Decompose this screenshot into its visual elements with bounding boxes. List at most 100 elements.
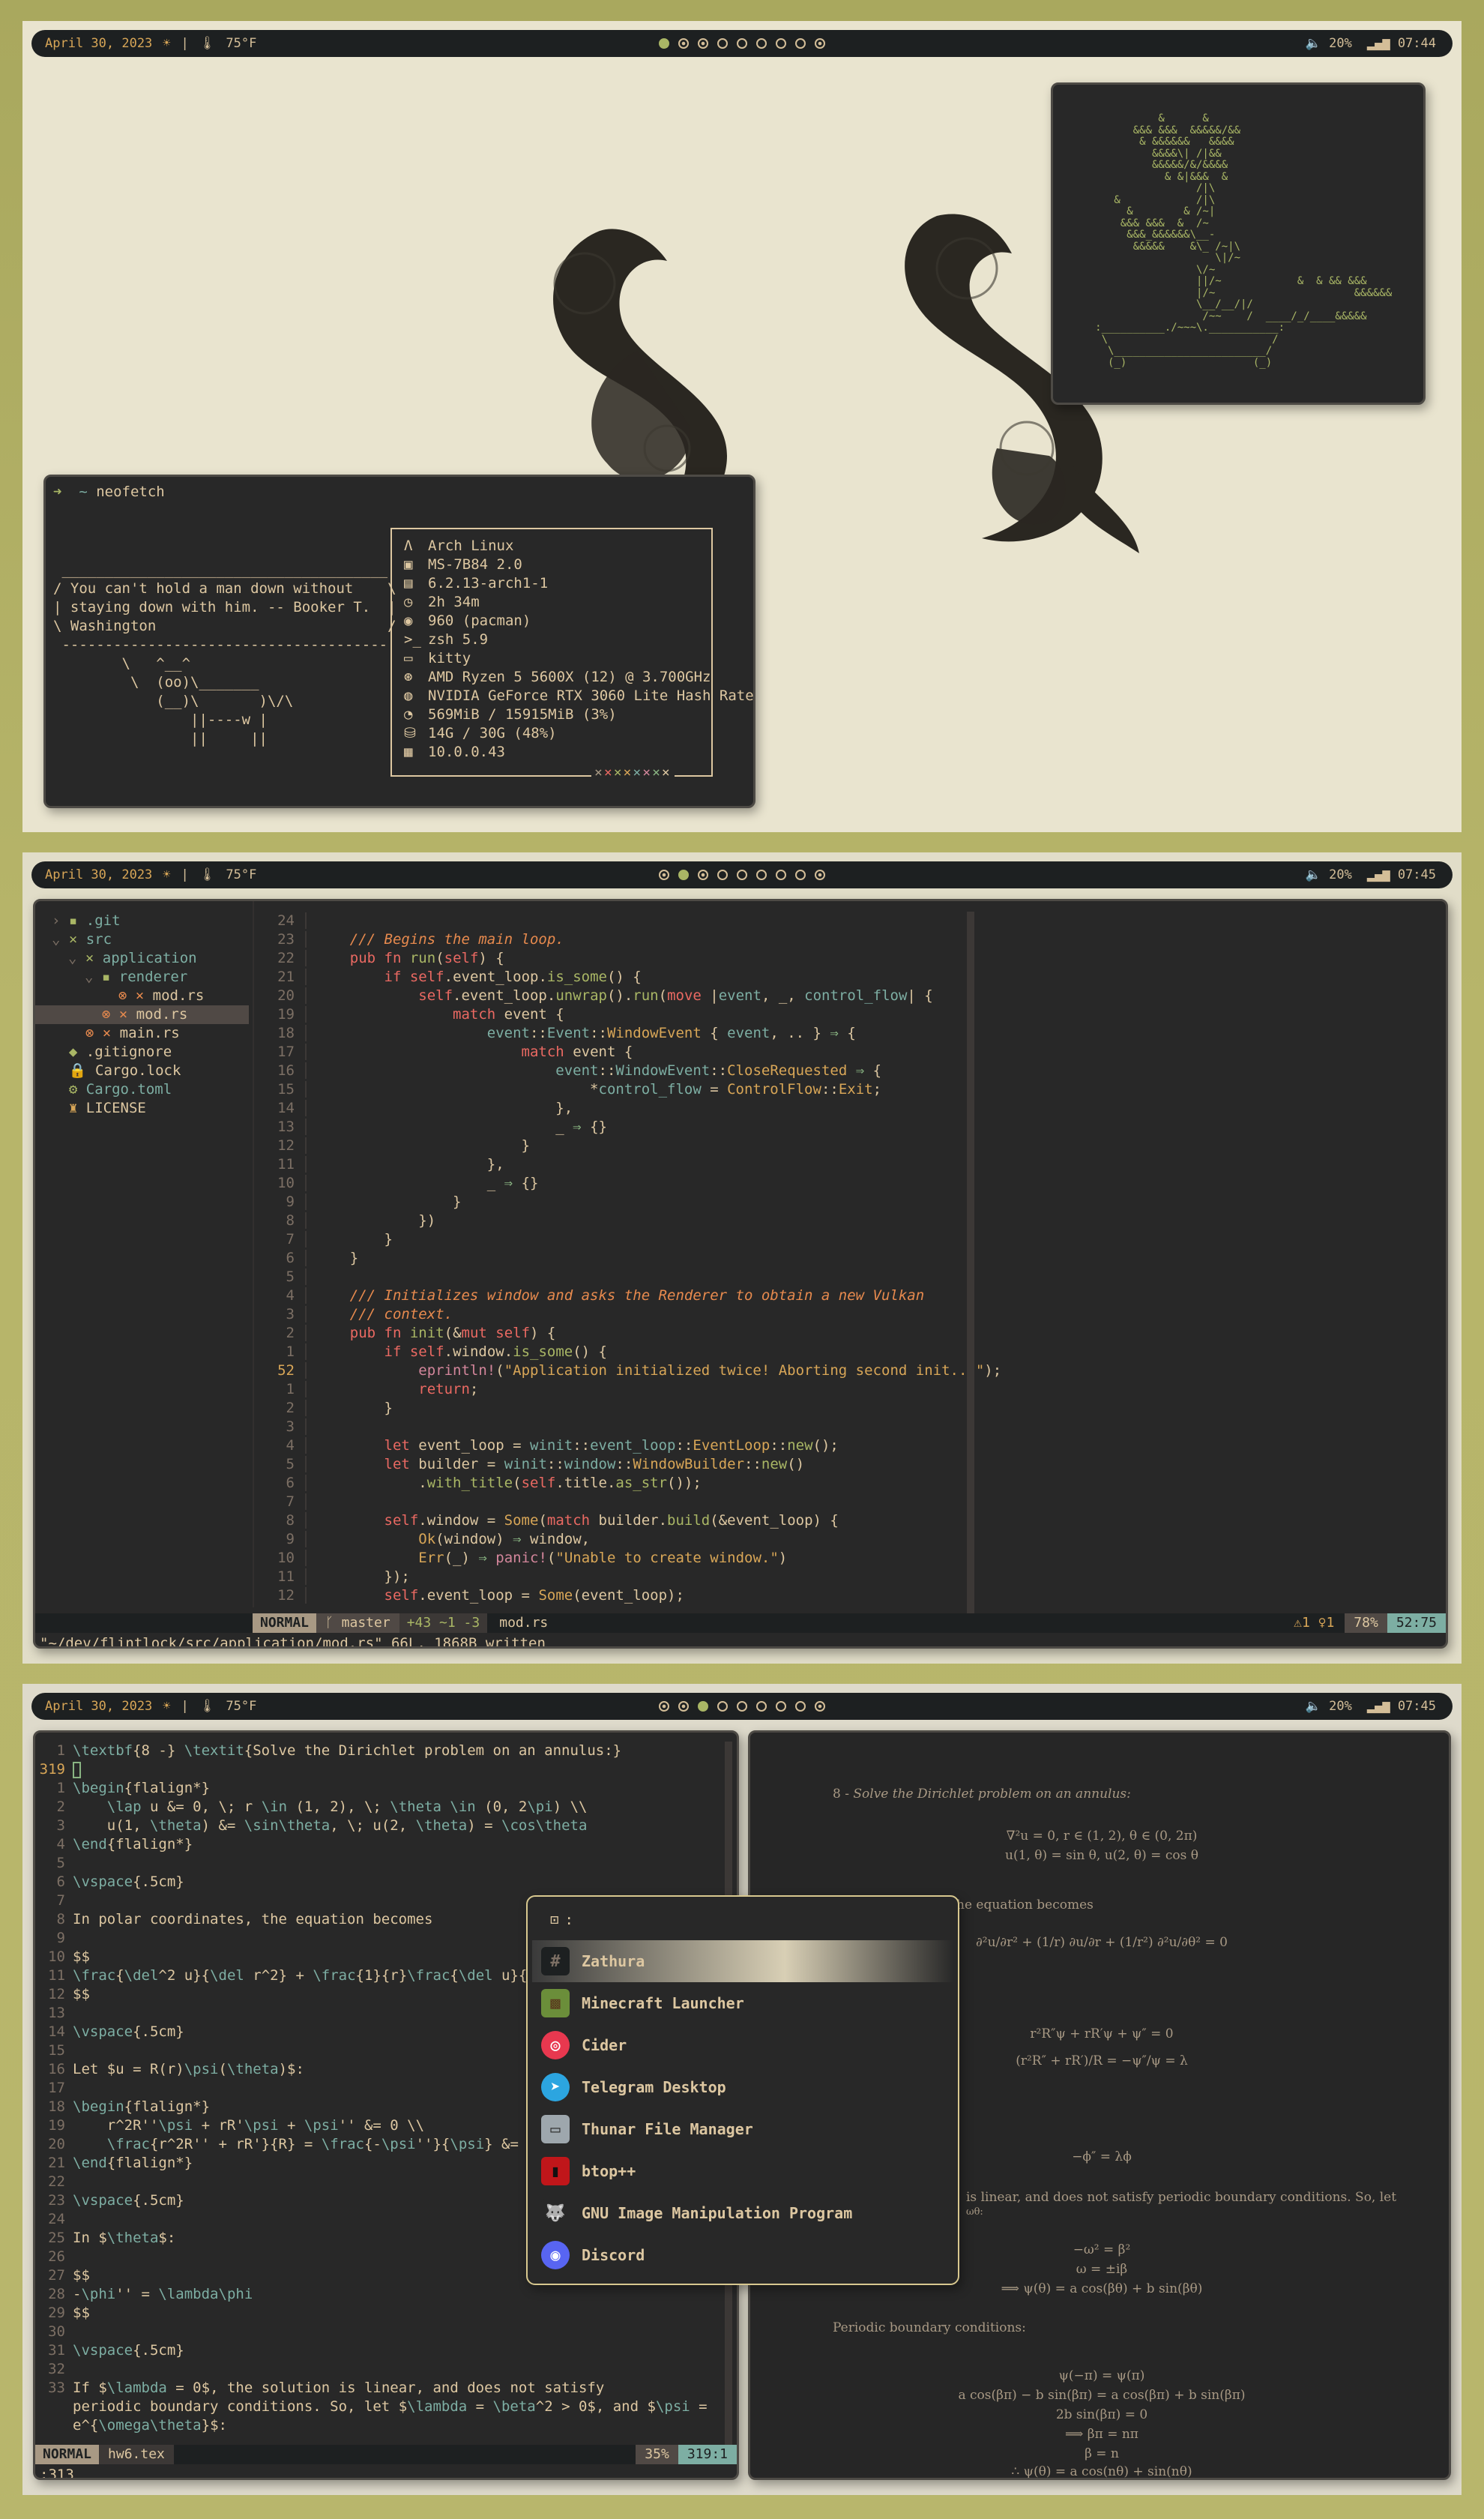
file-tree-item[interactable]: ⊗ × mod.rs	[35, 1005, 249, 1024]
launcher-list[interactable]: # Zathura ▩ Minecraft Launcher ◎ Cider ➤ Telegr…	[532, 1940, 953, 2276]
workspace-8[interactable]	[795, 870, 806, 880]
code-line[interactable]: 24	[260, 912, 1010, 930]
tex-line[interactable]: 31 \vspace{.5cm}	[35, 2341, 725, 2360]
tex-line[interactable]: 2 \lap u &= 0, \; r \in (1, 2), \; \thet…	[35, 1798, 725, 1817]
workspace-7[interactable]	[776, 1701, 786, 1712]
code-line[interactable]: 4 /// Initializes window and asks the Re…	[260, 1286, 1010, 1305]
code-line[interactable]: 3 /// context.	[260, 1305, 1010, 1324]
code-line[interactable]: 11 },	[260, 1155, 1010, 1174]
code-line[interactable]: 12 self.event_loop = Some(event_loop);	[260, 1586, 1010, 1605]
code-line[interactable]: 10 Err(_) ⇒ panic!("Unable to create win…	[260, 1549, 1010, 1568]
chevron-icon[interactable]: ⌄	[68, 950, 85, 966]
tex-line[interactable]: 6 \vspace{.5cm}	[35, 1873, 725, 1891]
launcher-item[interactable]: ▮ btop++	[532, 2150, 953, 2192]
workspace-6[interactable]	[756, 1701, 767, 1712]
chevron-icon[interactable]	[52, 1081, 69, 1098]
workspace-5[interactable]	[737, 38, 747, 49]
file-tree-item[interactable]: 🔒 Cargo.lock	[35, 1062, 249, 1080]
code-line[interactable]: 15 *control_flow = ControlFlow::Exit;	[260, 1080, 1010, 1099]
launcher-item[interactable]: # Zathura	[532, 1940, 953, 1982]
workspace-9[interactable]	[815, 1701, 825, 1712]
chevron-icon[interactable]: ⌄	[85, 969, 102, 985]
workspace-7[interactable]	[776, 870, 786, 880]
search-input[interactable]: :	[564, 1912, 573, 1928]
workspace-3[interactable]	[698, 1701, 708, 1712]
tex-line[interactable]: 1 \begin{flalign*}	[35, 1779, 725, 1798]
file-tree-item[interactable]: ◆ .gitignore	[35, 1043, 249, 1062]
code-line[interactable]: 16 event::WindowEvent::CloseRequested ⇒ …	[260, 1062, 1010, 1080]
code-line[interactable]: 1 return;	[260, 1380, 1010, 1399]
volume[interactable]: 🔈 20%	[1306, 1699, 1352, 1714]
workspace-8[interactable]	[795, 1701, 806, 1712]
file-tree-item[interactable]: ♜ LICENSE	[35, 1099, 249, 1118]
code-line[interactable]: 1 if self.window.is_some() {	[260, 1343, 1010, 1361]
workspace-3[interactable]	[698, 870, 708, 880]
scrollbar[interactable]	[967, 912, 974, 1613]
chevron-icon[interactable]	[52, 1062, 69, 1079]
file-tree-item[interactable]: ⌄ × application	[35, 949, 249, 968]
volume[interactable]: 🔈 20%	[1306, 867, 1352, 882]
tex-line[interactable]: 33 If $\lambda = 0$, the solution is line…	[35, 2379, 725, 2398]
code-line[interactable]: 4 let event_loop = winit::event_loop::Ev…	[260, 1436, 1010, 1455]
workspace-indicator[interactable]	[659, 870, 825, 880]
code-line[interactable]: 18 event::Event::WindowEvent { event, ..…	[260, 1024, 1010, 1043]
code-line[interactable]: 20 self.event_loop.unwrap().run(move |ev…	[260, 987, 1010, 1005]
code-line[interactable]: 11 });	[260, 1568, 1010, 1586]
code-line[interactable]: 2 pub fn init(&mut self) {	[260, 1324, 1010, 1343]
volume[interactable]: 🔈 20%	[1306, 36, 1352, 51]
code-line[interactable]: 2 }	[260, 1399, 1010, 1418]
code-line[interactable]: 13 _ ⇒ {}	[260, 1118, 1010, 1137]
code-line[interactable]: 21 if self.event_loop.is_some() {	[260, 968, 1010, 987]
tex-line[interactable]: e^{\omega\theta}$:	[35, 2416, 725, 2435]
workspace-indicator[interactable]	[659, 38, 825, 49]
code-line[interactable]: 14 },	[260, 1099, 1010, 1118]
workspace-7[interactable]	[776, 38, 786, 49]
workspace-2[interactable]	[678, 1701, 689, 1712]
file-tree-item[interactable]: ⌄ × src	[35, 930, 249, 949]
terminal-window[interactable]: ➜ ~ neofetch ___________________________…	[43, 475, 755, 808]
workspace-6[interactable]	[756, 38, 767, 49]
workspace-9[interactable]	[815, 870, 825, 880]
chevron-icon[interactable]	[52, 1100, 69, 1116]
workspace-9[interactable]	[815, 38, 825, 49]
tex-line[interactable]: 4 \end{flalign*}	[35, 1835, 725, 1854]
workspace-5[interactable]	[737, 1701, 747, 1712]
command-line[interactable]: :313	[40, 2466, 74, 2478]
code-line[interactable]: 9 Ok(window) ⇒ window,	[260, 1530, 1010, 1549]
launcher-search[interactable]: ⊡:	[550, 1912, 573, 1928]
chevron-icon[interactable]: ⌄	[52, 931, 69, 948]
workspace-6[interactable]	[756, 870, 767, 880]
code-buffer[interactable]: 24 23 /// Begins the main loop. 22 pub fn …	[260, 912, 1010, 1605]
file-tree-item[interactable]: ⊗ × main.rs	[35, 1024, 249, 1043]
code-line[interactable]: 8 self.window = Some(match builder.build…	[260, 1511, 1010, 1530]
workspace-1[interactable]	[659, 1701, 669, 1712]
code-line[interactable]: 19 match event {	[260, 1005, 1010, 1024]
code-line[interactable]: 22 pub fn run(self) {	[260, 949, 1010, 968]
code-line[interactable]: 7	[260, 1493, 1010, 1511]
code-line[interactable]: 23 /// Begins the main loop.	[260, 930, 1010, 949]
code-line[interactable]: 6 .with_title(self.title.as_str());	[260, 1474, 1010, 1493]
code-line[interactable]: 6 }	[260, 1249, 1010, 1268]
code-line[interactable]: 17 match event {	[260, 1043, 1010, 1062]
neovim-window[interactable]: › ▪ .git ⌄ × src ⌄ × application ⌄ ▪ render…	[33, 899, 1448, 1649]
launcher-item[interactable]: ◎ Cider	[532, 2024, 953, 2066]
workspace-3[interactable]	[698, 38, 708, 49]
workspace-1[interactable]	[659, 38, 669, 49]
code-line[interactable]: 5	[260, 1268, 1010, 1286]
app-launcher[interactable]: ⊡: # Zathura ▩ Minecraft Launcher ◎ Cider ➤ Tel…	[526, 1895, 959, 2285]
workspace-2[interactable]	[678, 38, 689, 49]
tex-line[interactable]: 319	[35, 1760, 725, 1779]
workspace-8[interactable]	[795, 38, 806, 49]
tex-line[interactable]: 29 $$	[35, 2304, 725, 2323]
tex-line[interactable]: 30	[35, 2323, 725, 2341]
workspace-4[interactable]	[717, 1701, 728, 1712]
tex-line[interactable]: 1 \textbf{8 -} \textit{Solve the Dirichle…	[35, 1742, 725, 1760]
chevron-icon[interactable]	[68, 1025, 85, 1041]
chevron-icon[interactable]	[101, 987, 118, 1004]
chevron-icon[interactable]	[85, 1006, 102, 1023]
chevron-icon[interactable]	[52, 1044, 69, 1060]
workspace-4[interactable]	[717, 870, 728, 880]
file-tree-item[interactable]: ⊗ × mod.rs	[35, 987, 249, 1005]
workspace-4[interactable]	[717, 38, 728, 49]
launcher-item[interactable]: ▩ Minecraft Launcher	[532, 1982, 953, 2024]
